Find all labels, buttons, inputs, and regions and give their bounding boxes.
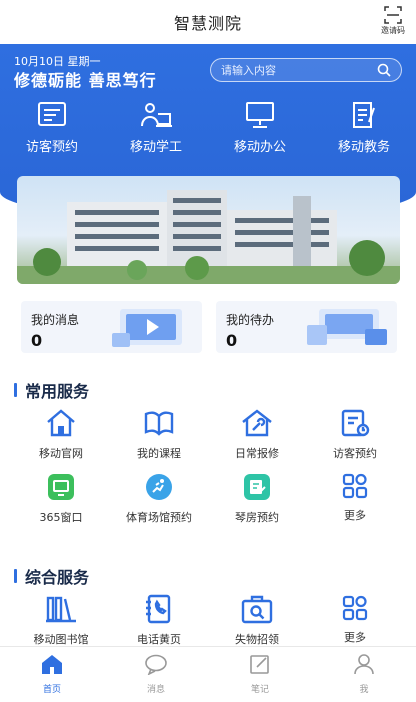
motto-text: 修德砺能 善思笃行 — [14, 71, 157, 90]
profile-tab-icon — [354, 654, 374, 675]
service-label: 我的课程 — [137, 447, 181, 460]
tab-profile[interactable]: 我 — [312, 647, 416, 702]
card-count: 0 — [226, 331, 238, 350]
info-cards: 我的消息 0 我的待办 0 — [21, 301, 397, 353]
quick-link-label: 移动学工 — [129, 140, 182, 155]
quick-link-visitor[interactable]: 访客预约 — [0, 100, 104, 160]
visitor-icon — [38, 102, 66, 126]
service-piano-room[interactable]: 琴房预约 — [208, 472, 306, 536]
invite-label: 邀请码 — [381, 26, 405, 35]
quick-link-label: 移动教务 — [337, 140, 390, 155]
tab-label: 消息 — [146, 685, 165, 695]
invite-code-button[interactable]: 邀请码 — [380, 6, 406, 36]
service-daily-repair[interactable]: 日常报修 — [208, 408, 306, 472]
message-tab-icon — [145, 654, 167, 675]
library-icon — [46, 596, 76, 623]
service-label: 日常报修 — [235, 447, 279, 460]
service-label: 365窗口 — [39, 511, 83, 524]
service-label: 更多 — [344, 509, 366, 522]
tab-label: 首页 — [42, 685, 61, 695]
piano-room-icon — [244, 474, 270, 500]
lost-found-icon — [241, 595, 273, 624]
visitor-calendar-icon — [341, 409, 370, 437]
card-title: 我的消息 — [31, 313, 80, 327]
video-message-illustration — [112, 309, 182, 347]
tab-label: 我 — [359, 685, 369, 695]
tab-home[interactable]: 首页 — [0, 647, 104, 702]
note-tab-icon — [250, 655, 269, 674]
quick-link-label: 移动办公 — [233, 140, 286, 155]
section-title-general: 综合服务 — [14, 564, 89, 588]
service-label: 访客预约 — [333, 447, 377, 460]
search-icon[interactable] — [377, 63, 391, 77]
tab-notes[interactable]: 笔记 — [208, 647, 312, 702]
service-365-window[interactable]: 365窗口 — [12, 472, 110, 536]
tab-label: 笔记 — [250, 685, 269, 695]
tab-messages[interactable]: 消息 — [104, 647, 208, 702]
service-visitor-booking[interactable]: 访客预约 — [306, 408, 404, 472]
search-box[interactable] — [210, 58, 402, 82]
scan-icon — [384, 6, 402, 24]
service-sports-venue[interactable]: 体育场馆预约 — [110, 472, 208, 536]
academic-icon — [353, 102, 375, 128]
quick-link-academic[interactable]: 移动教务 — [312, 100, 416, 160]
service-my-courses[interactable]: 我的课程 — [110, 408, 208, 472]
campus-building-illustration — [17, 190, 400, 284]
campus-banner-image[interactable] — [17, 176, 400, 284]
more-icon — [342, 595, 368, 621]
phone-book-icon — [146, 594, 171, 624]
quick-links: 访客预约 移动学工 移动办公 移动教务 — [0, 100, 416, 160]
top-bar: 智慧测院 邀请码 — [0, 0, 416, 44]
card-count: 0 — [31, 331, 43, 350]
service-mobile-website[interactable]: 移动官网 — [12, 408, 110, 472]
home-tab-icon — [42, 655, 62, 674]
quick-link-office[interactable]: 移动办公 — [208, 100, 312, 160]
app-title: 智慧测院 — [173, 14, 242, 33]
window-icon — [48, 474, 74, 500]
home-icon — [47, 409, 75, 437]
quick-link-label: 访客预约 — [25, 140, 78, 155]
my-todos-card[interactable]: 我的待办 0 — [216, 301, 397, 353]
quick-link-student-work[interactable]: 移动学工 — [104, 100, 208, 160]
sports-icon — [146, 474, 172, 500]
common-services-grid: 移动官网 我的课程 日常报修 访客预约 365窗口 体育场馆预约 琴房预约 更多 — [12, 408, 404, 536]
service-label: 更多 — [344, 631, 366, 644]
office-icon — [246, 102, 274, 128]
search-input[interactable] — [221, 63, 377, 77]
my-messages-card[interactable]: 我的消息 0 — [21, 301, 202, 353]
service-label: 体育场馆预约 — [126, 511, 192, 524]
service-label: 失物招领 — [235, 633, 279, 646]
service-label: 移动图书馆 — [33, 633, 89, 646]
book-icon — [144, 411, 174, 436]
section-title-common: 常用服务 — [14, 378, 89, 402]
bottom-tab-bar: 首页 消息 笔记 我 — [0, 646, 416, 702]
service-more[interactable]: 更多 — [306, 472, 404, 536]
repair-icon — [242, 409, 272, 437]
more-icon — [342, 473, 368, 499]
service-label: 琴房预约 — [235, 511, 279, 524]
card-title: 我的待办 — [226, 313, 275, 327]
student-work-icon — [141, 103, 172, 127]
todo-devices-illustration — [307, 309, 387, 345]
service-label: 电话黄页 — [137, 633, 181, 646]
service-label: 移动官网 — [39, 447, 83, 460]
